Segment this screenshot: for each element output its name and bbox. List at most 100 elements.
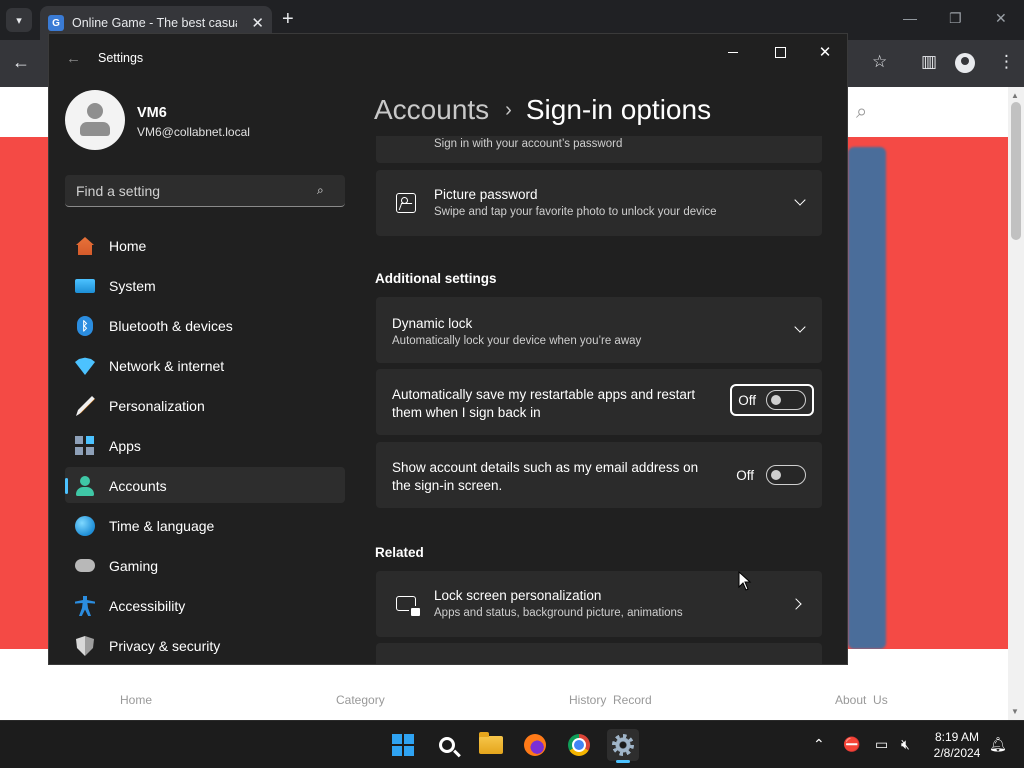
tab-favicon-icon: G (48, 15, 64, 31)
profile-icon[interactable] (955, 53, 975, 73)
settings-maximize-button[interactable] (770, 42, 790, 62)
taskbar-settings[interactable] (607, 729, 639, 763)
folder-icon (479, 732, 503, 754)
taskbar-firefox[interactable] (519, 729, 551, 761)
browser-close-icon[interactable]: ✕ (995, 10, 1007, 27)
picture-password-title: Picture password (434, 187, 538, 202)
settings-back-icon[interactable]: ← (66, 50, 81, 67)
bookmark-star-icon[interactable]: ☆ (872, 52, 887, 72)
sidebar-item-gaming[interactable]: Gaming (65, 547, 345, 583)
sidebar-item-label: Gaming (109, 558, 159, 574)
windows-icon (392, 734, 414, 756)
related-header: Related (375, 545, 424, 560)
chevron-right-icon: › (505, 98, 512, 121)
sidebar-item-personalization[interactable]: Personalization (65, 387, 345, 423)
taskbar-search-button[interactable] (431, 729, 463, 761)
page-search-icon[interactable]: ⌕ (856, 101, 867, 124)
picture-password-icon (396, 193, 416, 213)
browser-restore-icon[interactable]: ❐ (949, 10, 962, 27)
restart-apps-toggle-group: Off (730, 384, 814, 416)
accounts-icon (75, 476, 95, 496)
lock-screen-card[interactable]: Lock screen personalization Apps and sta… (376, 571, 822, 637)
breadcrumb: Accounts › Sign-in options (374, 90, 711, 130)
display-icon[interactable]: ▭ (875, 736, 888, 753)
lock-screen-title: Lock screen personalization (434, 588, 602, 603)
sidebar-item-home[interactable]: Home (65, 227, 345, 263)
next-card[interactable] (376, 643, 822, 664)
scroll-down-icon[interactable]: ▼ (1011, 707, 1019, 716)
sidebar-item-apps[interactable]: Apps (65, 427, 345, 463)
volume-muted-icon[interactable]: 🔇︎ (901, 736, 910, 753)
sidebar-item-bluetooth[interactable]: ᛒ Bluetooth & devices (65, 307, 345, 343)
sidebar-item-label: Accounts (109, 478, 167, 494)
profile-name: VM6 (137, 105, 167, 121)
sidebar-item-label: Home (109, 238, 147, 254)
settings-close-button[interactable]: ✕ (815, 42, 835, 62)
sidebar-item-network[interactable]: Network & internet (65, 347, 345, 383)
sidebar-item-privacy[interactable]: Privacy & security (65, 627, 345, 663)
additional-settings-header: Additional settings (375, 271, 497, 286)
search-input[interactable] (65, 175, 315, 206)
settings-search-box: ⌕ (65, 175, 345, 207)
sidebar-item-system[interactable]: System (65, 267, 345, 303)
picture-password-subtitle: Swipe and tap your favorite photo to unl… (434, 206, 717, 218)
chevron-down-icon[interactable] (794, 321, 806, 333)
network-icon (75, 357, 95, 375)
sidebar-item-accounts[interactable]: Accounts (65, 467, 345, 503)
gaming-icon (75, 559, 95, 572)
sidebar-item-label: Personalization (109, 398, 205, 414)
browser-minimize-icon[interactable]: — (903, 10, 917, 26)
page-scrollbar-thumb[interactable] (1011, 102, 1021, 240)
taskbar: ⌃ ⛔ ▭ 🔇︎ 8:19 AM 2/8/2024 🔔︎ (0, 720, 1024, 768)
sidebar-item-label: Accessibility (109, 598, 186, 614)
search-icon (439, 737, 455, 753)
network-status-icon[interactable]: ⛔ (843, 736, 860, 753)
page-nav-history[interactable]: History Record (569, 693, 652, 707)
dynamic-lock-card[interactable]: Dynamic lock Automatically lock your dev… (376, 297, 822, 363)
account-details-state: Off (736, 467, 754, 483)
avatar[interactable] (65, 90, 125, 150)
sidebar-item-accessibility[interactable]: Accessibility (65, 587, 345, 623)
system-icon (75, 279, 95, 293)
dynamic-lock-title: Dynamic lock (392, 316, 473, 331)
page-game-card[interactable] (848, 147, 886, 649)
taskbar-file-explorer[interactable] (475, 729, 507, 761)
personalization-icon (76, 396, 95, 416)
breadcrumb-parent[interactable]: Accounts (374, 94, 489, 126)
page-nav-about[interactable]: About Us (835, 693, 888, 707)
sidebar-item-label: Network & internet (109, 358, 225, 374)
settings-title: Settings (98, 51, 144, 65)
time-language-icon (75, 516, 95, 536)
picture-password-card[interactable]: Picture password Swipe and tap your favo… (376, 170, 822, 236)
side-panel-icon[interactable]: ▥ (921, 52, 937, 72)
restart-apps-line2: them when I sign back in (392, 405, 541, 420)
tab-search-button[interactable]: ▾ (6, 8, 32, 32)
chevron-right-icon[interactable] (790, 598, 802, 610)
account-details-line1: Show account details such as my email ad… (392, 460, 699, 475)
scroll-up-icon[interactable]: ▲ (1011, 91, 1019, 100)
notification-bell-icon[interactable]: 🔔︎ (989, 736, 1007, 753)
tab-close-icon[interactable]: ✕ (251, 14, 264, 32)
account-details-toggle[interactable] (766, 465, 806, 485)
password-card-subtitle: Sign in with your account’s password (434, 138, 623, 150)
lock-screen-icon (396, 596, 420, 616)
page-nav-home[interactable]: Home (120, 693, 152, 707)
chevron-down-icon[interactable] (794, 194, 806, 206)
search-icon[interactable]: ⌕ (317, 183, 324, 198)
browser-back-icon[interactable]: ← (12, 52, 30, 73)
browser-menu-icon[interactable]: ⋮ (998, 52, 1015, 72)
start-button[interactable] (387, 729, 419, 761)
new-tab-button[interactable]: + (282, 9, 294, 29)
tray-overflow-icon[interactable]: ⌃ (813, 736, 825, 753)
taskbar-chrome[interactable] (563, 729, 595, 761)
restart-apps-line1: Automatically save my restartable apps a… (392, 387, 696, 402)
password-card[interactable]: Sign in with your account’s password (376, 136, 822, 163)
settings-minimize-button[interactable] (723, 42, 743, 62)
page-nav-category[interactable]: Category (336, 693, 385, 707)
system-clock[interactable]: 8:19 AM 2/8/2024 (926, 729, 988, 761)
sidebar-item-label: System (109, 278, 156, 294)
restart-apps-toggle[interactable] (766, 390, 806, 410)
tab-title: Online Game - The best casual (72, 16, 237, 30)
account-details-line2: the sign-in screen. (392, 478, 503, 493)
sidebar-item-time-language[interactable]: Time & language (65, 507, 345, 543)
